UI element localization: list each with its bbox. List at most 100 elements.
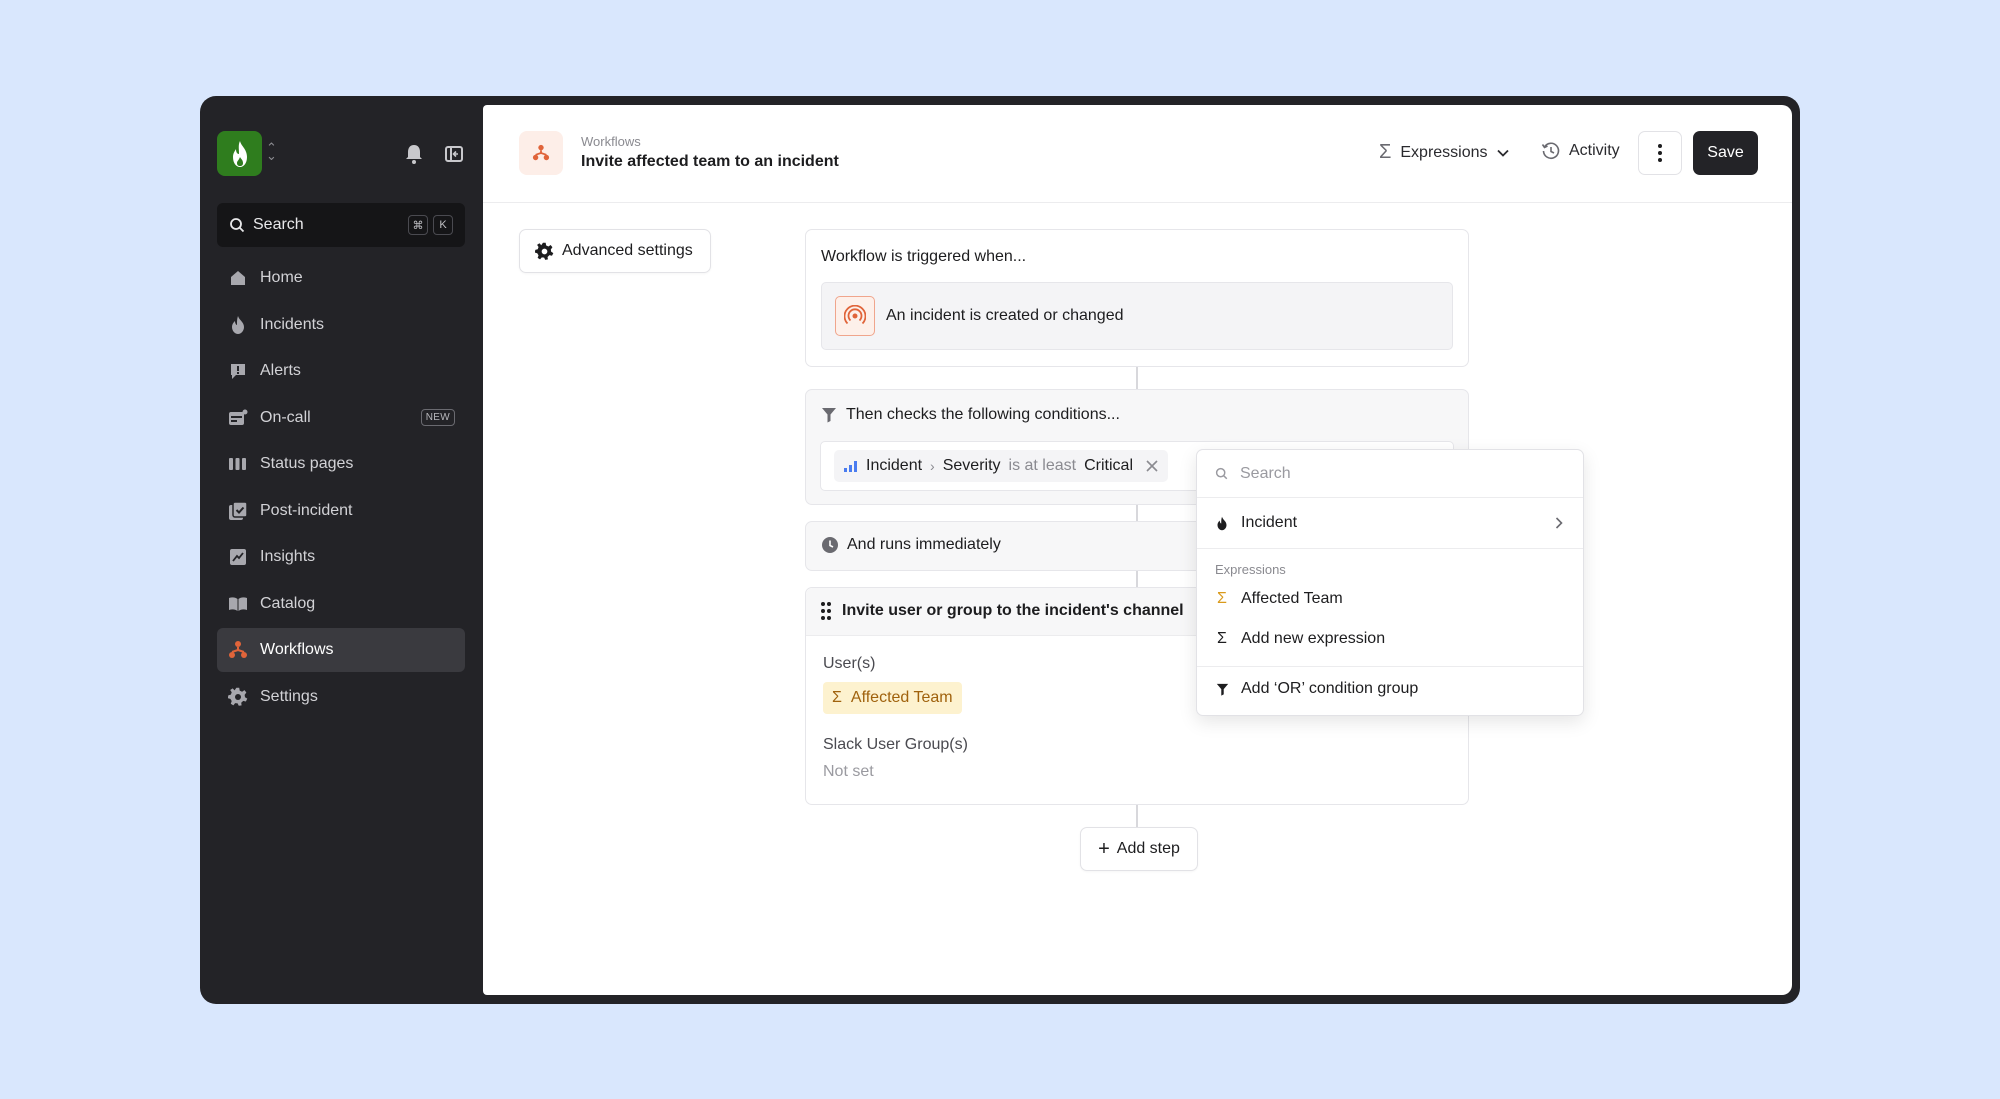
activity-label: Activity	[1569, 142, 1620, 159]
sidebar-item-label: Post-incident	[260, 501, 353, 519]
trigger-card: Workflow is triggered when... An inciden…	[805, 229, 1469, 367]
workspace-switcher-icon[interactable]: ⌃ ⌄	[266, 141, 277, 162]
runs-heading-text: And runs immediately	[847, 536, 1001, 553]
sigma-icon: Σ	[1379, 141, 1392, 163]
condition-chip[interactable]: Incident › Severity is at least Critical	[834, 450, 1168, 482]
dropdown-item-or-group[interactable]: Add ‘OR’ condition group	[1197, 671, 1583, 707]
more-vertical-icon	[1658, 144, 1662, 162]
dropdown-item-affected-team[interactable]: Σ Affected Team	[1197, 581, 1583, 617]
sidebar-item-status-pages[interactable]: Status pages	[217, 442, 465, 486]
sigma-icon: Σ	[1217, 590, 1227, 607]
main-content: Workflows Invite affected team to an inc…	[483, 105, 1792, 995]
plus-icon: +	[1098, 838, 1110, 860]
settings-icon	[227, 686, 249, 708]
condition-value: Critical	[1084, 457, 1133, 474]
flow-connector	[1136, 505, 1138, 521]
dropdown-item-add-expression[interactable]: Σ Add new expression	[1197, 621, 1583, 657]
shortcut-key-cmd: ⌘	[408, 215, 428, 235]
app-logo[interactable]	[217, 131, 262, 176]
condition-operator: is at least	[1008, 457, 1077, 474]
status-pages-icon	[227, 453, 249, 475]
condition-dropdown: Search Incident Expressions Σ Affected T…	[1196, 449, 1584, 716]
radio-broadcast-icon	[835, 296, 875, 336]
save-button[interactable]: Save	[1693, 131, 1758, 175]
sidebar-item-label: Home	[260, 269, 303, 286]
on-call-icon	[227, 407, 249, 429]
slack-groups-value: Not set	[823, 763, 874, 780]
home-icon	[227, 267, 249, 289]
sidebar-item-workflows[interactable]: Workflows	[217, 628, 465, 672]
users-label: User(s)	[823, 655, 876, 672]
filter-icon	[822, 408, 836, 423]
sidebar-item-label: Insights	[260, 548, 316, 565]
flow-connector	[1136, 571, 1138, 587]
collapse-sidebar-icon[interactable]	[442, 142, 466, 166]
trigger-selector[interactable]: An incident is created or changed	[821, 282, 1453, 350]
sigma-icon: Σ	[832, 689, 842, 706]
sidebar-item-label: Workflows	[260, 641, 334, 658]
sidebar-item-label: Status pages	[260, 455, 354, 472]
alert-icon	[227, 360, 249, 382]
dropdown-item-label: Affected Team	[1241, 590, 1343, 607]
sidebar-item-home[interactable]: Home	[217, 256, 465, 300]
conditions-heading: Then checks the following conditions...	[821, 406, 1120, 424]
search-icon	[230, 218, 245, 233]
runs-heading: And runs immediately	[821, 536, 1001, 554]
sidebar-item-label: On-call	[260, 408, 311, 426]
expressions-button[interactable]: Σ Expressions	[1379, 141, 1509, 164]
search-icon	[1215, 467, 1228, 480]
dropdown-item-label: Add ‘OR’ condition group	[1241, 680, 1419, 697]
drag-handle-icon[interactable]	[821, 602, 831, 620]
sidebar-item-incidents[interactable]: Incidents	[217, 303, 465, 347]
flame-icon	[227, 314, 249, 336]
affected-team-chip[interactable]: Σ Affected Team	[823, 682, 962, 714]
conditions-heading-text: Then checks the following conditions...	[846, 406, 1120, 423]
flame-icon	[1215, 516, 1229, 531]
trigger-heading: Workflow is triggered when...	[821, 248, 1027, 265]
severity-bars-icon	[844, 461, 857, 472]
add-step-label: Add step	[1116, 840, 1180, 857]
chevron-right-icon	[1555, 517, 1563, 529]
sidebar-item-insights[interactable]: Insights	[217, 535, 465, 579]
sidebar-item-alerts[interactable]: Alerts	[217, 349, 465, 393]
filter-icon	[1215, 683, 1229, 696]
step-heading-text: Invite user or group to the incident's c…	[842, 602, 1184, 619]
activity-button[interactable]: Activity	[1541, 141, 1620, 161]
clock-icon	[822, 537, 838, 553]
sidebar-item-catalog[interactable]: Catalog	[217, 582, 465, 626]
dropdown-item-label: Incident	[1241, 514, 1298, 531]
breadcrumb[interactable]: Workflows	[581, 134, 641, 149]
sidebar-search[interactable]: Search ⌘ K	[217, 203, 465, 247]
more-options-button[interactable]	[1638, 131, 1682, 175]
sidebar-item-label: Settings	[260, 687, 318, 705]
notifications-bell-icon[interactable]	[402, 142, 426, 166]
catalog-icon	[227, 593, 249, 615]
slack-groups-label: Slack User Group(s)	[823, 736, 968, 753]
chevron-right-icon: ›	[930, 458, 935, 474]
trigger-value: An incident is created or changed	[886, 307, 1124, 324]
dropdown-item-incident[interactable]: Incident	[1197, 505, 1583, 541]
sidebar-item-on-call[interactable]: On-call NEW	[217, 396, 465, 440]
dropdown-item-label: Add new expression	[1241, 630, 1386, 647]
dropdown-divider	[1197, 548, 1583, 549]
sigma-icon: Σ	[1217, 630, 1227, 647]
page-header: Workflows Invite affected team to an inc…	[483, 105, 1792, 203]
flow-connector	[1136, 805, 1138, 827]
step-heading: Invite user or group to the incident's c…	[821, 602, 1184, 620]
chevron-down-icon	[1496, 149, 1509, 157]
post-incident-icon	[227, 500, 249, 522]
sidebar-item-label: Catalog	[260, 594, 316, 612]
app-window: ⌃ ⌄ Search ⌘ K Home Incidents Alerts On-…	[200, 96, 1800, 1004]
dropdown-section-label: Expressions	[1215, 562, 1286, 577]
sidebar-item-settings[interactable]: Settings	[217, 675, 465, 719]
condition-field: Severity	[942, 457, 1001, 474]
gear-icon	[535, 242, 554, 260]
close-icon[interactable]	[1146, 460, 1158, 472]
history-icon	[1541, 142, 1560, 160]
dropdown-search-input[interactable]: Search	[1197, 450, 1583, 498]
flow-connector	[1136, 367, 1138, 389]
sidebar-item-label: Alerts	[260, 362, 301, 379]
advanced-settings-button[interactable]: Advanced settings	[519, 229, 711, 273]
add-step-button[interactable]: + Add step	[1080, 827, 1198, 871]
sidebar-item-post-incident[interactable]: Post-incident	[217, 489, 465, 533]
